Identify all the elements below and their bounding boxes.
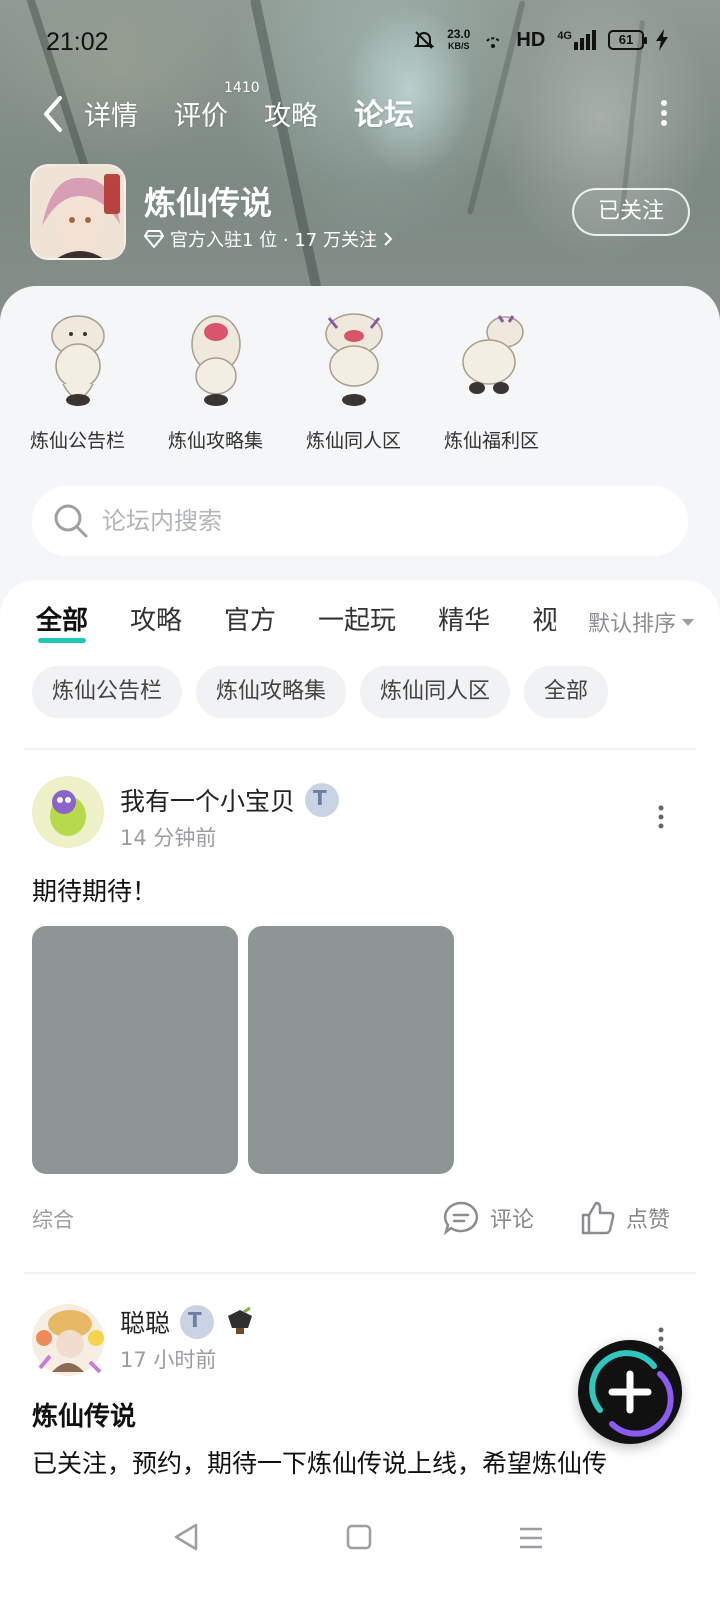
tab-reviews[interactable]: 评价 1410 <box>174 80 260 133</box>
chevron-right-icon <box>384 232 393 246</box>
level-badge-icon <box>305 783 340 817</box>
chip-announcements[interactable]: 炼仙公告栏 <box>32 666 183 718</box>
hd-indicator: HD <box>516 28 546 51</box>
post-time: 17 小时前 <box>120 1348 217 1372</box>
avatar[interactable] <box>26 1298 110 1382</box>
forum-search[interactable] <box>32 486 688 556</box>
avatar[interactable] <box>32 776 104 848</box>
category-tab-guides[interactable]: 攻略 <box>130 600 182 637</box>
comment-button[interactable]: 评论 <box>442 1200 534 1236</box>
nav-menu-icon[interactable] <box>518 1526 544 1550</box>
status-time: 21:02 <box>46 28 109 56</box>
subforum-list: 炼仙公告栏 炼仙攻略集 炼仙同人区 炼仙福利区 <box>26 304 543 453</box>
divider <box>24 1272 696 1274</box>
dropdown-triangle-icon <box>682 618 694 626</box>
thumbs-up-icon <box>581 1201 615 1235</box>
post-card[interactable]: 我有一个小宝贝 14 分钟前 期待期待！ 综合 <box>32 776 692 1256</box>
app-subtitle[interactable]: 官方入驻1 位 · 17 万关注 <box>144 226 393 252</box>
wifi-icon <box>486 37 501 48</box>
tab-guides[interactable]: 攻略 <box>264 94 318 133</box>
category-tab-video[interactable]: 视 <box>532 600 556 637</box>
post-title: 炼仙传说 <box>32 1402 137 1432</box>
plus-icon <box>589 1350 674 1437</box>
post-author[interactable]: 我有一个小宝贝 <box>120 782 340 818</box>
post-text: 期待期待！ <box>32 877 158 906</box>
search-input[interactable] <box>102 500 662 542</box>
chip-all[interactable]: 全部 <box>524 666 609 718</box>
diamond-icon <box>144 230 164 248</box>
status-bar: 21:02 23.0 KB/S HD 4G 61 <box>0 22 720 66</box>
app-title: 炼仙传说 <box>144 184 273 222</box>
like-button[interactable]: 点赞 <box>580 1200 670 1236</box>
mascot-icon <box>50 315 105 406</box>
net-speed: 23.0 KB/S <box>447 27 471 51</box>
forum-content: 全部 攻略 官方 一起玩 精华 视 默认排序 炼仙公告栏 炼仙攻略集 炼仙同人区 全部 <box>0 580 720 1600</box>
tab-forum[interactable]: 论坛 <box>354 90 414 134</box>
category-tab-featured[interactable]: 精华 <box>438 600 490 637</box>
post-images <box>32 926 692 1174</box>
post-footer: 综合 评论 点赞 <box>32 1200 692 1240</box>
chip-fanart[interactable]: 炼仙同人区 <box>360 666 511 718</box>
reviews-count: 1410 <box>224 80 260 96</box>
subforum-fanart[interactable]: 炼仙同人区 <box>302 304 405 453</box>
category-tab-play-together[interactable]: 一起玩 <box>318 600 396 637</box>
post-author[interactable]: 聪聪 <box>120 1304 256 1340</box>
level-badge-icon <box>180 1305 215 1339</box>
sort-dropdown[interactable]: 默认排序 <box>573 606 694 638</box>
top-nav: 详情 评价 1410 攻略 论坛 <box>0 80 720 142</box>
category-tab-official[interactable]: 官方 <box>224 600 276 637</box>
mascot-icon <box>461 315 524 394</box>
medal-icon <box>228 1306 253 1334</box>
divider <box>24 748 696 750</box>
charging-icon <box>656 29 668 51</box>
mascot-icon <box>190 315 241 406</box>
avatar-art <box>32 1304 104 1376</box>
subforum-guides[interactable]: 炼仙攻略集 <box>164 304 267 453</box>
tab-details[interactable]: 详情 <box>84 94 138 133</box>
avatar-art <box>32 776 104 848</box>
create-post-button[interactable] <box>578 1340 682 1444</box>
app-logo[interactable] <box>30 164 126 260</box>
system-nav-bar <box>0 1500 720 1600</box>
search-icon <box>54 504 88 538</box>
post-image[interactable] <box>248 926 454 1174</box>
subforum-welfare[interactable]: 炼仙福利区 <box>440 304 543 453</box>
post-image[interactable] <box>32 926 238 1174</box>
follow-button[interactable]: 已关注 <box>572 188 690 236</box>
nav-back-icon[interactable] <box>172 1522 200 1552</box>
battery-icon: 61 <box>608 30 647 50</box>
more-vertical-icon[interactable] <box>658 98 670 128</box>
category-tab-all[interactable]: 全部 <box>36 600 88 643</box>
chip-guides[interactable]: 炼仙攻略集 <box>196 666 347 718</box>
comment-icon <box>443 1201 479 1236</box>
mascot-icon <box>324 313 383 406</box>
post-tag[interactable]: 综合 <box>32 1204 74 1234</box>
app-info: 炼仙传说 官方入驻1 位 · 17 万关注 已关注 <box>30 164 690 264</box>
signal-icon: 4G <box>557 30 596 50</box>
nav-home-icon[interactable] <box>346 1524 372 1550</box>
subforum-announcements[interactable]: 炼仙公告栏 <box>26 304 129 453</box>
back-arrow-icon[interactable] <box>36 92 76 136</box>
mute-bell-icon <box>413 31 435 49</box>
app-logo-art <box>32 166 124 258</box>
more-vertical-icon[interactable] <box>656 804 666 830</box>
post-text: 已关注，预约，期待一下炼仙传说上线，希望炼仙传 <box>32 1449 608 1478</box>
category-tabs: 全部 攻略 官方 一起玩 精华 视 <box>36 600 556 650</box>
post-time: 14 分钟前 <box>120 826 217 850</box>
subforum-chips: 炼仙公告栏 炼仙攻略集 炼仙同人区 全部 <box>32 666 609 718</box>
